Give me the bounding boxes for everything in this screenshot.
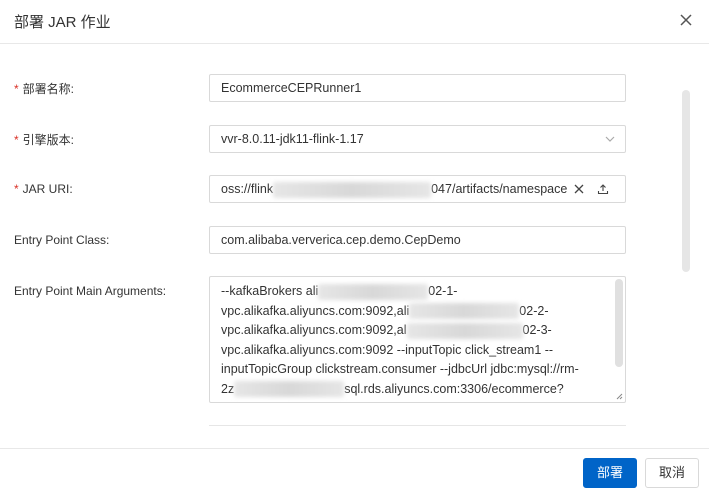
redacted-text (273, 181, 432, 198)
args-line: vpc.alikafka.aliyuncs.com:9092,ali 02-2- (221, 303, 549, 320)
deploy-button[interactable]: 部署 (583, 458, 637, 488)
redacted-text (318, 283, 429, 300)
redacted-text (406, 322, 523, 339)
args-line: vpc.alikafka.aliyuncs.com:9092,al 02-3- (221, 322, 552, 339)
upload-icon[interactable] (597, 183, 609, 195)
dialog-footer: 部署 取消 (0, 448, 709, 493)
cancel-button[interactable]: 取消 (645, 458, 699, 488)
jar-uri-input[interactable]: oss://flink 047/artifacts/namespace (209, 175, 626, 203)
textarea-scrollbar[interactable] (615, 279, 623, 367)
args-line: inputTopicGroup clickstream.consumer --j… (221, 362, 579, 376)
redacted-text (234, 381, 345, 398)
next-field-edge (209, 425, 626, 426)
dialog-scrollbar[interactable] (682, 90, 690, 272)
jar-uri-value: oss://flink 047/artifacts/namespace (221, 181, 568, 198)
dialog-header: 部署 JAR 作业 (0, 0, 709, 44)
required-mark: * (14, 182, 19, 196)
chevron-down-icon (605, 136, 615, 142)
required-mark: * (14, 82, 19, 96)
args-line: vpc.alikafka.aliyuncs.com:9092 --inputTo… (221, 342, 554, 357)
deployment-name-input[interactable]: EcommerceCEPRunner1 (209, 74, 626, 102)
jar-uri-label: * JAR URI: (14, 182, 73, 196)
engine-version-label: * 引擎版本: (14, 133, 75, 147)
deployment-name-label: * 部署名称: (14, 82, 75, 96)
args-line: 2z sql.rds.aliyuncs.com:3306/ecommerce? (221, 381, 564, 398)
entry-point-class-input[interactable]: com.alibaba.ververica.cep.demo.CepDemo (209, 226, 626, 254)
deploy-jar-dialog: 部署 JAR 作业 * 部署名称: EcommerceCEPRunner1 * 引擎… (0, 0, 709, 493)
args-line: --kafkaBrokers ali 02-1- (221, 283, 458, 300)
redacted-text (409, 303, 520, 320)
clear-icon[interactable] (573, 183, 585, 195)
resize-grip-icon[interactable] (615, 392, 623, 400)
required-mark: * (14, 133, 19, 147)
entry-point-class-label: Entry Point Class: (14, 233, 110, 247)
entry-point-args-label: Entry Point Main Arguments: (14, 284, 167, 298)
engine-version-select[interactable]: vvr-8.0.11-jdk11-flink-1.17 (209, 125, 626, 153)
entry-point-args-textarea[interactable]: --kafkaBrokers ali 02-1- vpc.alikafka.ali… (209, 276, 626, 403)
close-icon[interactable] (677, 11, 695, 29)
dialog-title: 部署 JAR 作业 (14, 14, 111, 31)
